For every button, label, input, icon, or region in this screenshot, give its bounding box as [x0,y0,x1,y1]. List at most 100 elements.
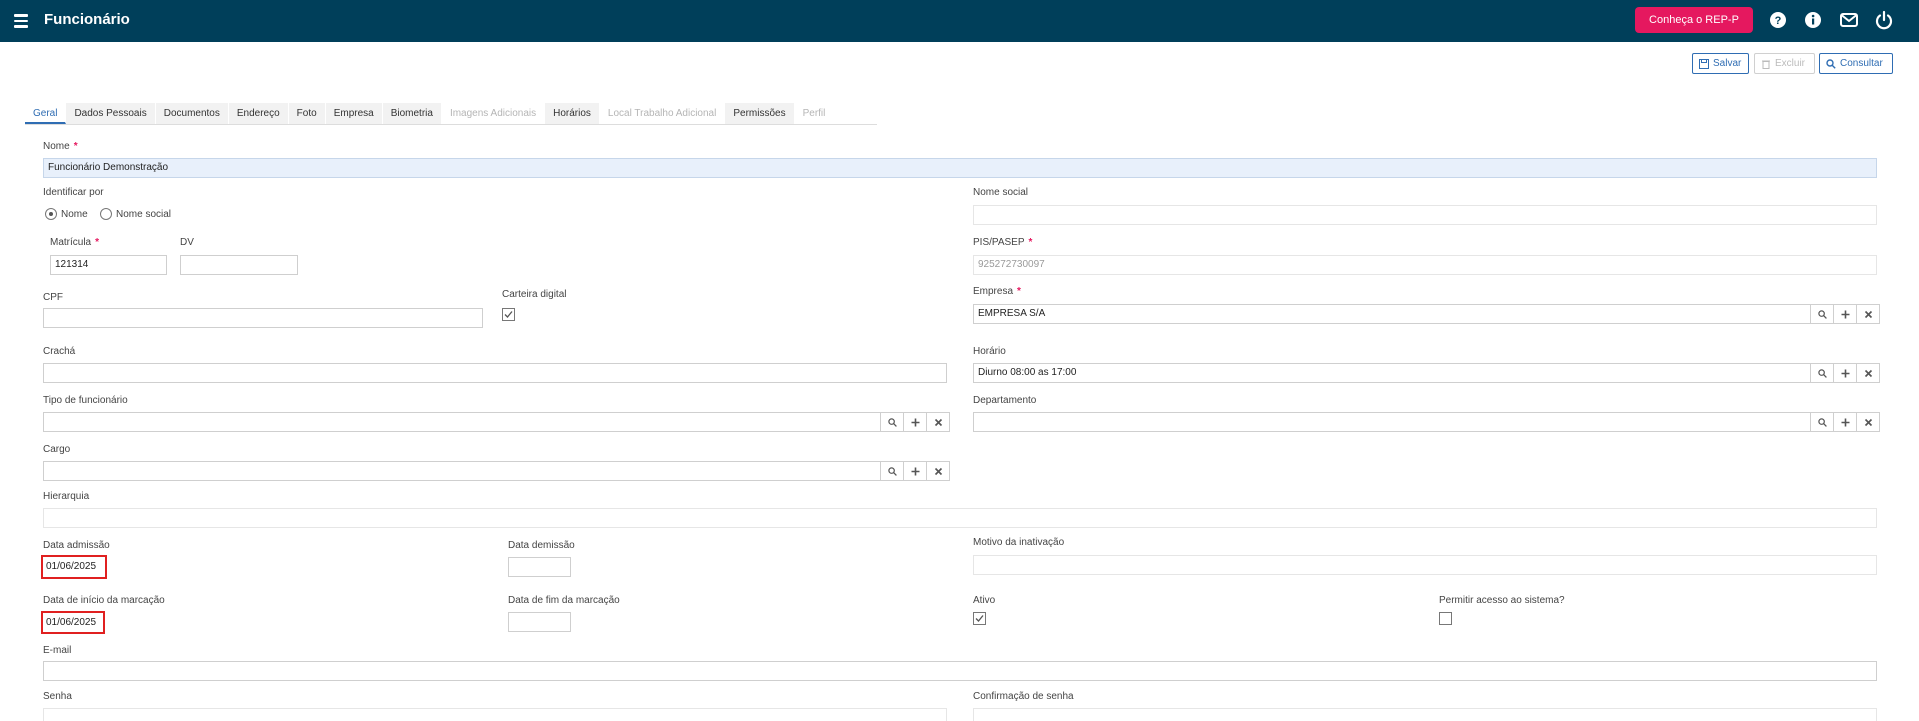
tab-dados-pessoais[interactable]: Dados Pessoais [66,103,156,124]
required-marker: * [1028,237,1033,248]
tab-local-trabalho-adicional[interactable]: Local Trabalho Adicional [599,103,726,124]
cargo-input[interactable] [43,461,881,481]
horario-add-button[interactable] [1834,363,1857,383]
save-button[interactable]: Salvar [1692,53,1749,74]
ativo-checkbox[interactable] [973,612,986,625]
radio-nome-label: Nome [61,209,88,220]
mail-icon[interactable] [1838,9,1860,31]
empresa-add-button[interactable] [1834,304,1857,324]
consult-button[interactable]: Consultar [1819,53,1893,74]
horario-input[interactable]: Diurno 08:00 as 17:00 [973,363,1811,383]
horario-search-button[interactable] [1811,363,1834,383]
permitir-acesso-label: Permitir acesso ao sistema? [1439,595,1565,606]
tab-perfil[interactable]: Perfil [794,103,835,124]
data-demissao-label: Data demissão [508,540,575,551]
nome-label: Nome * [43,141,78,152]
tab-foto[interactable]: Foto [288,103,326,124]
confirmacao-senha-input[interactable] [973,708,1877,721]
tipo-funcionario-search-button[interactable] [881,412,904,432]
empresa-clear-button[interactable] [1857,304,1880,324]
close-icon [934,418,942,426]
empresa-search-button[interactable] [1811,304,1834,324]
email-label: E-mail [43,645,72,656]
tipo-funcionario-add-button[interactable] [904,412,927,432]
tab-permissoes[interactable]: Permissões [725,103,795,124]
tipo-funcionario-input[interactable] [43,412,881,432]
empresa-label-text: Empresa [973,286,1014,297]
close-icon [934,467,942,475]
help-icon[interactable]: ? [1767,9,1789,31]
departamento-add-button[interactable] [1834,412,1857,432]
tipo-funcionario-clear-button[interactable] [927,412,950,432]
plus-icon [911,467,919,475]
nome-social-input[interactable] [973,205,1877,225]
tab-documentos[interactable]: Documentos [155,103,229,124]
matricula-input[interactable]: 121314 [50,255,167,275]
hierarquia-input[interactable] [43,508,1877,528]
check-icon [504,311,513,318]
identificar-por-label: Identificar por [43,187,104,198]
horario-buttons [1811,363,1880,383]
trash-icon [1762,60,1770,69]
menu-icon[interactable] [14,14,28,28]
data-fim-marcacao-input[interactable] [508,612,571,632]
cracha-input[interactable] [43,363,947,383]
departamento-search-button[interactable] [1811,412,1834,432]
empresa-buttons [1811,304,1880,324]
search-icon [887,417,897,427]
cpf-input[interactable] [43,308,483,328]
cargo-clear-button[interactable] [927,461,950,481]
email-input[interactable] [43,661,1877,681]
data-inicio-marcacao-input[interactable]: 01/06/2025 [41,611,105,634]
senha-input[interactable] [43,708,947,721]
data-admissao-input[interactable]: 01/06/2025 [41,555,107,579]
dv-input[interactable] [180,255,298,275]
search-icon [887,466,897,476]
tab-geral[interactable]: Geral [25,103,67,124]
departamento-clear-button[interactable] [1857,412,1880,432]
data-demissao-input[interactable] [508,557,571,577]
radio-nome-social[interactable] [100,208,112,220]
radio-nome[interactable] [45,208,57,220]
cracha-label: Crachá [43,346,76,357]
empresa-input[interactable]: EMPRESA S/A [973,304,1811,324]
pis-input[interactable]: 925272730097 [973,255,1877,275]
dv-label: DV [180,237,194,248]
cargo-search-button[interactable] [881,461,904,481]
data-inicio-marcacao-label: Data de início da marcação [43,595,165,606]
close-icon [1864,310,1872,318]
cpf-label: CPF [43,292,63,303]
consult-label: Consultar [1840,58,1883,69]
nome-label-text: Nome [43,141,70,152]
tab-empresa[interactable]: Empresa [325,103,383,124]
info-icon[interactable] [1802,9,1824,31]
tab-biometria[interactable]: Biometria [382,103,442,124]
nome-input[interactable]: Funcionário Demonstração [43,158,1877,178]
search-icon [1817,417,1827,427]
delete-button[interactable]: Excluir [1754,53,1815,74]
cargo-label: Cargo [43,444,71,455]
ativo-label: Ativo [973,595,996,606]
cargo-add-button[interactable] [904,461,927,481]
hierarquia-label: Hierarquia [43,491,90,502]
close-icon [1864,369,1872,377]
departamento-input[interactable] [973,412,1811,432]
confirmacao-senha-label: Confirmação de senha [973,691,1074,702]
power-icon[interactable] [1873,9,1895,31]
horario-clear-button[interactable] [1857,363,1880,383]
tab-imagens-adicionais[interactable]: Imagens Adicionais [441,103,546,124]
tab-endereco[interactable]: Endereço [228,103,289,124]
svg-text:?: ? [1775,15,1782,27]
rep-p-button[interactable]: Conheça o REP-P [1635,7,1753,33]
departamento-buttons [1811,412,1880,432]
permitir-acesso-checkbox[interactable] [1439,612,1452,625]
plus-icon [911,418,919,426]
motivo-inativacao-input[interactable] [973,555,1877,575]
matricula-label: Matrícula * [50,237,99,248]
data-fim-marcacao-label: Data de fim da marcação [508,595,620,606]
carteira-digital-checkbox[interactable] [502,308,515,321]
departamento-label: Departamento [973,395,1037,406]
radio-nome-social-label: Nome social [116,209,172,220]
required-marker: * [73,141,78,152]
tab-horarios[interactable]: Horários [545,103,600,124]
